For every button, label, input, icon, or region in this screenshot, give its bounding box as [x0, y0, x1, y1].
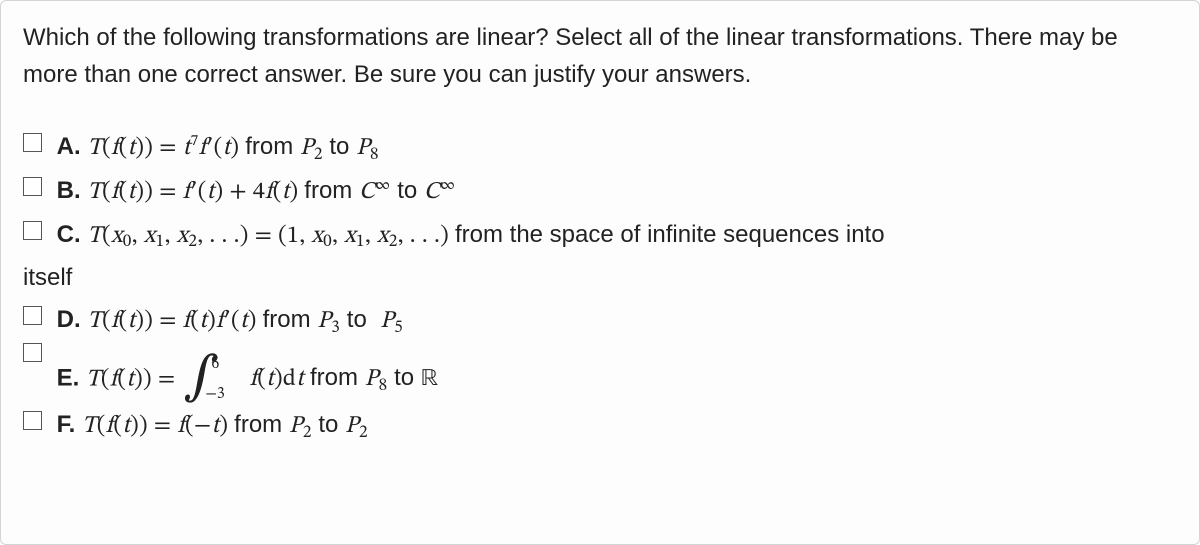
- option-f-tail: from P2 to P2: [234, 411, 368, 438]
- option-c-itself: itself: [23, 264, 72, 291]
- option-e-checkbox[interactable]: [23, 343, 42, 362]
- option-d-row: D. T(f(t)) = f(t)f′(t) from P3 to P5: [23, 300, 1177, 342]
- option-d-checkbox[interactable]: [23, 306, 42, 325]
- option-d-label: D.: [57, 306, 81, 333]
- question-card: Which of the following transformations a…: [0, 0, 1200, 545]
- option-a-tail: from P2 to P8: [245, 133, 379, 160]
- option-a-checkbox[interactable]: [23, 133, 42, 152]
- option-b-checkbox[interactable]: [23, 177, 42, 196]
- option-c-tail: from the space of infinite sequences int…: [455, 221, 885, 248]
- option-c-row: C. T(x0, x1, x2, . . .) = (1, x0, x1, x2…: [23, 215, 1177, 257]
- option-a-math: T(f(t)) = t7f′(t): [87, 136, 245, 160]
- option-e-math: T(f(t)) =: [86, 367, 181, 391]
- option-c-math: T(x0, x1, x2, . . .) = (1, x0, x1, x2, .…: [87, 224, 455, 248]
- option-a-row: A. T(f(t)) = t7f′(t) from P2 to P8: [23, 127, 1177, 169]
- option-d-math: T(f(t)) = f(t)f′(t): [87, 309, 262, 333]
- integral-icon: ∫ 6 −3: [183, 355, 223, 404]
- option-f-checkbox[interactable]: [23, 411, 42, 430]
- option-f-row: F. T(f(t)) = f(−t) from P2 to P2: [23, 405, 1177, 447]
- options-list: A. T(f(t)) = t7f′(t) from P2 to P8 B. T(…: [23, 127, 1177, 447]
- option-b-label: B.: [57, 177, 81, 204]
- option-d-tail: from P3 to P5: [263, 306, 403, 333]
- option-b-row: B. T(f(t)) = f′(t) + 4f(t) from C∞ to C∞: [23, 171, 1177, 213]
- option-e-integrand: f(t)dt: [250, 367, 310, 391]
- option-c-checkbox[interactable]: [23, 221, 42, 240]
- option-c-row-cont: itself: [23, 258, 1177, 298]
- option-f-label: F.: [57, 411, 76, 438]
- option-b-tail: from C∞ to C∞: [304, 177, 455, 204]
- option-e-row: E. T(f(t)) = ∫ 6 −3 f(t)dt from P8 to: [23, 343, 1177, 403]
- option-f-math: T(f(t)) = f(−t): [82, 414, 234, 438]
- option-e-tail: from P8 to ℝ: [310, 364, 439, 391]
- question-stem: Which of the following transformations a…: [23, 19, 1177, 93]
- option-b-math: T(f(t)) = f′(t) + 4f(t): [87, 180, 304, 204]
- option-e-label: E.: [57, 364, 80, 391]
- option-c-label: C.: [57, 221, 81, 248]
- option-a-label: A.: [57, 133, 81, 160]
